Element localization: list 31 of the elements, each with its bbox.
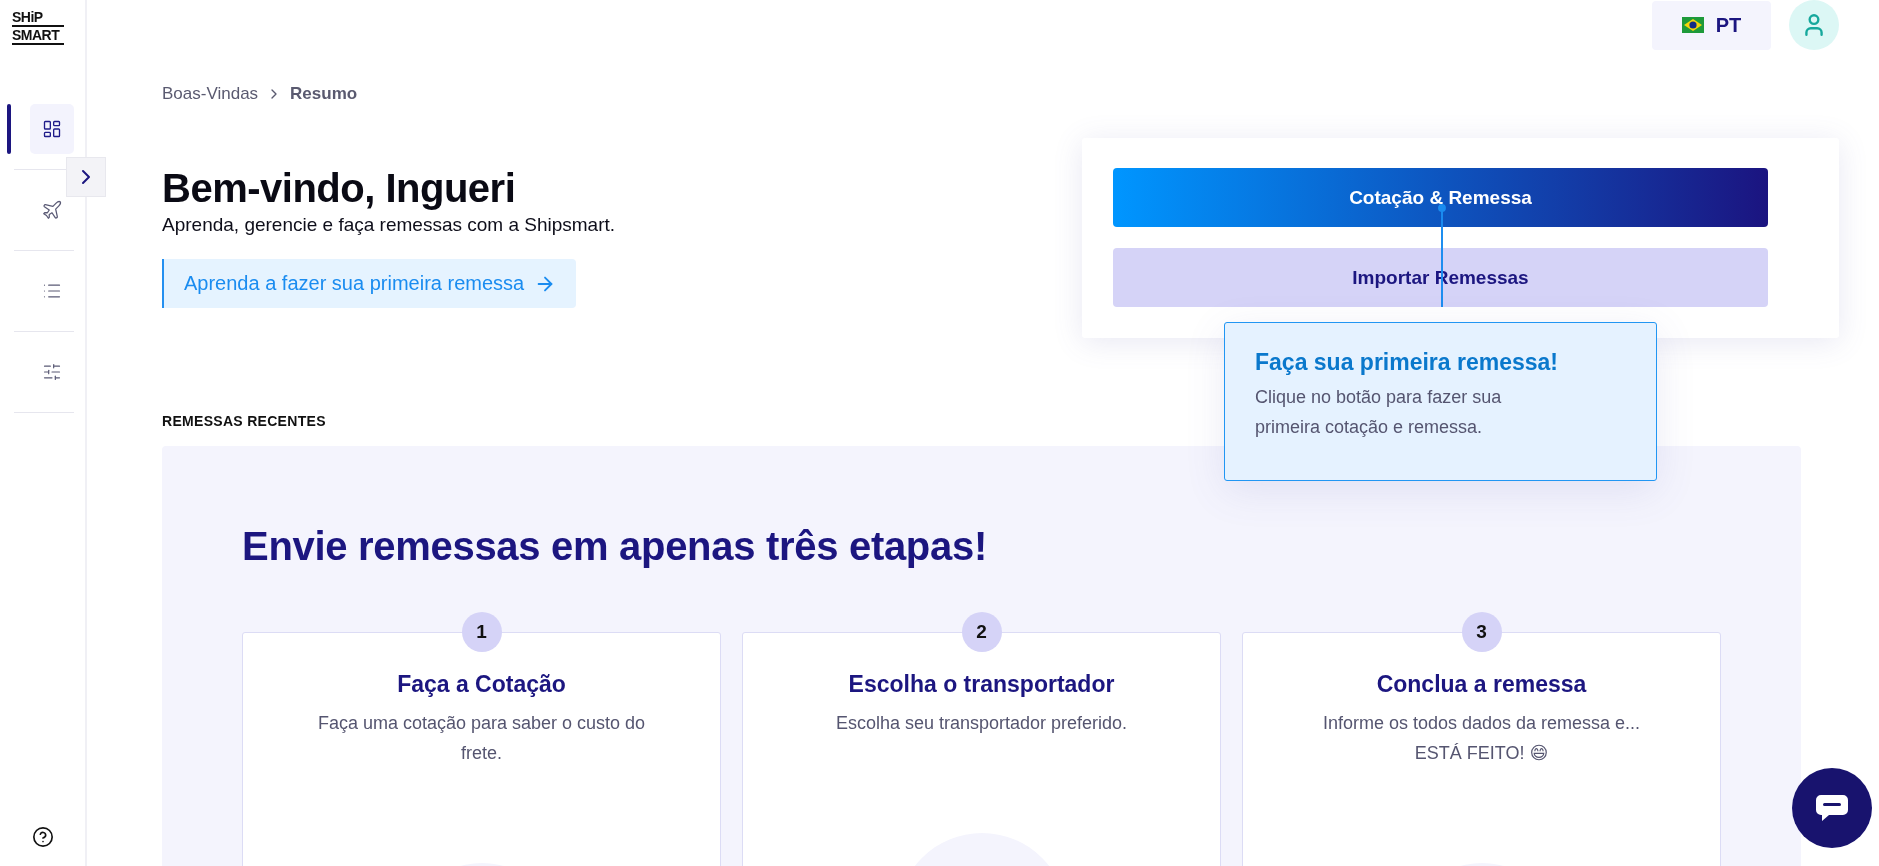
- step-number: 3: [1461, 612, 1502, 652]
- welcome-subtitle: Aprenda, gerencie e faça remessas com a Shipsmart.: [162, 213, 616, 237]
- quote-button[interactable]: Cotação & Remessa: [1113, 168, 1768, 227]
- sidebar-item[interactable]: [29, 104, 74, 154]
- logo[interactable]: SHiP SMART: [12, 10, 64, 46]
- step-text: Informe os todos dados da remessa e... ESTÁ FEITO! 😄: [1322, 712, 1641, 765]
- step-number: 2: [961, 612, 1002, 652]
- step-number: 1: [461, 612, 502, 652]
- step-text: Faça uma cotação para saber o custo do frete.: [317, 712, 646, 765]
- tooltip-text: Clique no botão para fazer sua primeira cotação e remessa.: [1255, 386, 1503, 439]
- language-button[interactable]: PT: [1652, 0, 1771, 50]
- plane-icon: [40, 199, 63, 221]
- steps-title: Envie remessas em apenas três etapas!: [242, 524, 988, 569]
- step-title: Faça a Cotação: [397, 671, 566, 698]
- breadcrumb-item: Resumo: [290, 84, 358, 104]
- help-icon[interactable]: [31, 826, 54, 848]
- active-indicator: [6, 104, 11, 154]
- chat-icon: [1815, 793, 1849, 823]
- expand-sidebar-button[interactable]: [66, 157, 106, 197]
- step-title: Escolha o transportador: [848, 671, 1115, 698]
- tooltip-title: Faça sua primeira remessa!: [1255, 349, 1559, 376]
- sliders-icon: [41, 362, 62, 382]
- step-text: Escolha seu transportador preferido.: [835, 712, 1128, 735]
- welcome-title: Bem-vindo, Ingueri: [162, 165, 517, 211]
- language-label: PT: [1715, 13, 1742, 37]
- step-title: Conclua a remessa: [1376, 671, 1587, 698]
- breadcrumb-item[interactable]: Boas-Vindas: [162, 84, 259, 104]
- flag-icon: [1681, 17, 1704, 33]
- section-title: REMESSAS RECENTES: [162, 413, 326, 429]
- avatar-button[interactable]: [1789, 0, 1839, 50]
- dashboard-icon: [41, 119, 62, 139]
